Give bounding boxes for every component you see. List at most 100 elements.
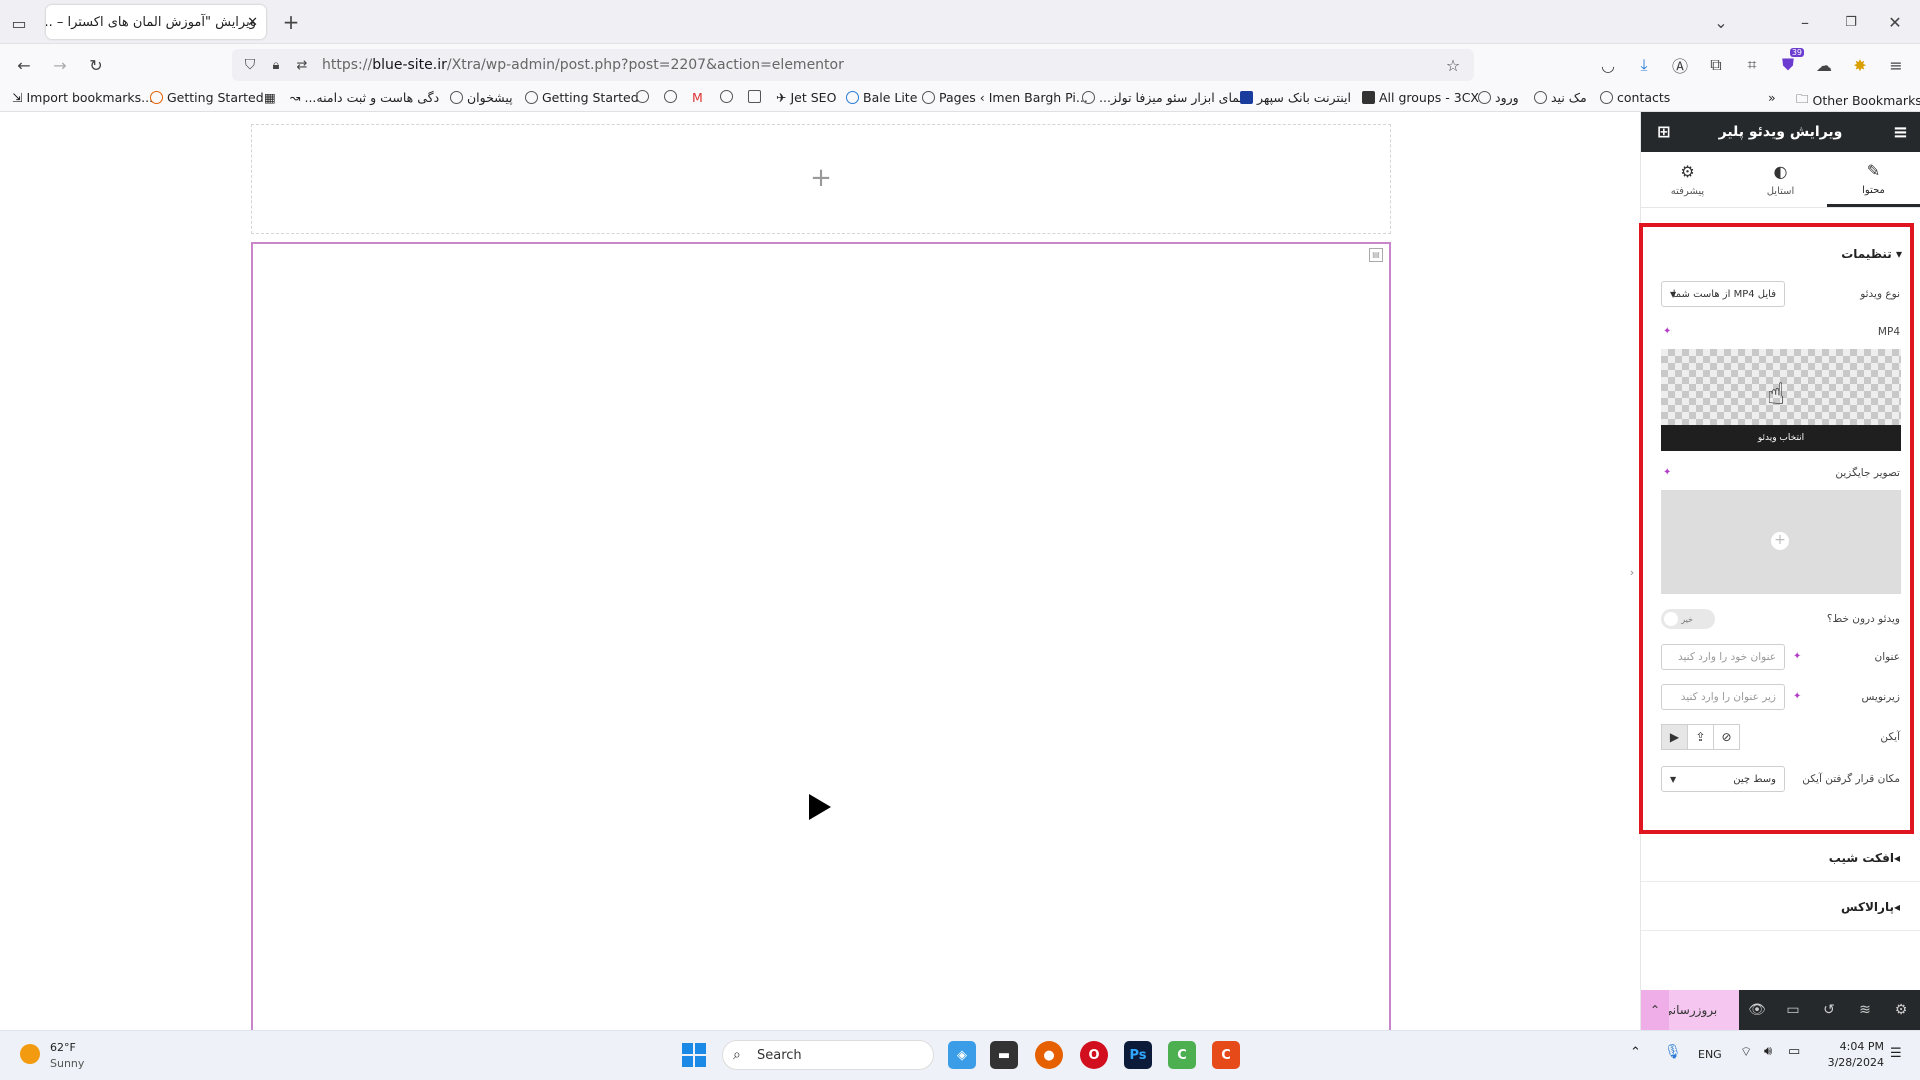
- bookmark-item[interactable]: پیشخوان: [450, 90, 513, 105]
- bookmark-item[interactable]: All groups - 3CX: [1362, 90, 1479, 105]
- sparkle-icon[interactable]: ✦: [1663, 326, 1671, 337]
- gear-icon[interactable]: ⚙: [1883, 990, 1919, 1030]
- accordion-gradient-effect[interactable]: ◂ افکت شیب: [1641, 834, 1920, 882]
- new-tab-button[interactable]: +: [280, 10, 302, 34]
- windows-start-icon[interactable]: [682, 1043, 706, 1067]
- camtasia-recorder-icon[interactable]: C: [1212, 1041, 1240, 1069]
- bookmark-item[interactable]: Bale Lite: [846, 90, 917, 105]
- chevron-down-icon[interactable]: ⌄: [1710, 11, 1732, 33]
- bookmark-item[interactable]: ⇲ Import bookmarks...: [12, 90, 153, 105]
- history-icon[interactable]: ↺: [1811, 990, 1847, 1030]
- tab-advanced[interactable]: ⚙ پیشرفته: [1641, 152, 1734, 207]
- bookmark-star-icon[interactable]: ☆: [1442, 54, 1464, 76]
- bookmark-item[interactable]: Getting Started: [525, 90, 639, 105]
- bookmark-item[interactable]: Getting Started: [150, 90, 264, 105]
- bookmark-item[interactable]: اینترنت بانک سپهر: [1240, 90, 1351, 105]
- inline-video-toggle[interactable]: خیر: [1661, 609, 1715, 629]
- tab-style[interactable]: ◐ استایل: [1734, 152, 1827, 207]
- bookmark-item[interactable]: [664, 90, 677, 103]
- play-icon[interactable]: [809, 794, 831, 820]
- other-bookmarks[interactable]: 🗀 Other Bookmarks: [1796, 90, 1920, 111]
- sparkle-icon[interactable]: ✦: [1663, 467, 1671, 478]
- widget-handle-icon[interactable]: ▤: [1369, 248, 1383, 262]
- bookmark-overflow[interactable]: »: [1768, 90, 1776, 105]
- bookmark-item[interactable]: [748, 90, 761, 103]
- play-icon[interactable]: ▶: [1661, 724, 1688, 750]
- image-media-picker[interactable]: +: [1661, 490, 1901, 594]
- permissions-icon[interactable]: ⇄: [292, 55, 312, 75]
- reload-icon[interactable]: ↻: [84, 54, 108, 76]
- back-icon[interactable]: ←: [12, 54, 36, 76]
- forward-icon[interactable]: →: [48, 54, 72, 76]
- tray-chevron-up-icon[interactable]: ⌃: [1630, 1045, 1641, 1060]
- account-icon[interactable]: Ⓐ: [1668, 54, 1692, 76]
- download-icon[interactable]: ⤓: [1632, 54, 1656, 76]
- eye-icon[interactable]: 👁︎: [1739, 990, 1775, 1030]
- upload-icon[interactable]: ⇪: [1687, 724, 1714, 750]
- ban-icon[interactable]: ⊘: [1713, 724, 1740, 750]
- file-explorer-icon[interactable]: ▬: [990, 1041, 1018, 1069]
- tab-content[interactable]: ✎ محتوا: [1827, 152, 1920, 207]
- hamburger-icon[interactable]: ≡: [1893, 122, 1908, 143]
- video-type-select[interactable]: فایل MP4 از هاست شما ▼: [1661, 281, 1785, 307]
- minimize-icon[interactable]: –: [1794, 11, 1816, 33]
- bookmark-item[interactable]: [720, 90, 733, 103]
- bookmark-item[interactable]: ▦: [264, 90, 276, 105]
- battery-icon[interactable]: ▭: [1788, 1044, 1800, 1059]
- firefox-taskbar-icon[interactable]: ●: [1035, 1041, 1063, 1069]
- sun-extension-icon[interactable]: ✸: [1848, 54, 1872, 76]
- bookmark-item[interactable]: ...نمای ابزار سئو میزفا تولز: [1082, 90, 1243, 105]
- volume-icon[interactable]: 🔊︎: [1764, 1044, 1772, 1059]
- menu-icon[interactable]: ≡: [1884, 54, 1908, 76]
- browser-tab[interactable]: ویرایش "آموزش المان های اکسترا – ... ✕: [46, 5, 266, 39]
- subtitle-input[interactable]: زیر عنوان را وارد کنید: [1661, 684, 1785, 710]
- video-media-picker[interactable]: انتخاب ویدئو ☝: [1661, 349, 1901, 451]
- pocket-icon[interactable]: ◡: [1596, 54, 1620, 76]
- add-section-area[interactable]: +: [251, 124, 1391, 234]
- close-window-icon[interactable]: ✕: [1884, 11, 1906, 33]
- bookmark-item[interactable]: ↝ ...دگی هاست و ثبت دامنه: [290, 90, 439, 105]
- bookmark-item[interactable]: M: [692, 90, 703, 105]
- tab-list-icon[interactable]: ▭: [8, 12, 30, 34]
- sparkle-icon[interactable]: ✦: [1793, 691, 1801, 702]
- close-tab-icon[interactable]: ✕: [247, 15, 258, 30]
- opera-icon[interactable]: O: [1080, 1041, 1108, 1069]
- bookmark-item[interactable]: [636, 90, 649, 103]
- icon-position-select[interactable]: وسط چین ▼: [1661, 766, 1785, 792]
- taskbar-search[interactable]: ⌕ Search: [722, 1040, 934, 1070]
- camtasia-icon[interactable]: C: [1168, 1041, 1196, 1069]
- layers-icon[interactable]: ≋: [1847, 990, 1883, 1030]
- accordion-parallax[interactable]: ◂ پارالاکس: [1641, 883, 1920, 931]
- widgets-grid-icon[interactable]: ⊞: [1657, 122, 1670, 141]
- crop-icon[interactable]: ⌗: [1740, 54, 1764, 76]
- choose-video-bar[interactable]: انتخاب ویدئو: [1661, 425, 1901, 451]
- chevron-up-icon[interactable]: ⌃: [1641, 990, 1669, 1030]
- notifications-icon[interactable]: ☰: [1890, 1046, 1902, 1061]
- clock-date[interactable]: 3/28/2024: [1816, 1056, 1884, 1069]
- extensions-icon[interactable]: ⧉: [1704, 54, 1728, 76]
- photoshop-icon[interactable]: Ps: [1124, 1041, 1152, 1069]
- shield-icon[interactable]: ⛉: [240, 55, 260, 75]
- weather-sun-icon[interactable]: [20, 1044, 40, 1064]
- cloud-icon[interactable]: ☁: [1812, 54, 1836, 76]
- restore-icon[interactable]: ❐: [1840, 11, 1862, 33]
- add-section-icon[interactable]: +: [252, 163, 1390, 193]
- copilot-icon[interactable]: ◈: [948, 1041, 976, 1069]
- section-settings-title[interactable]: ▾ تنظیمات: [1841, 247, 1902, 261]
- sparkle-icon[interactable]: ✦: [1793, 651, 1801, 662]
- video-widget[interactable]: ▤: [251, 242, 1391, 1030]
- lock-icon[interactable]: 🔒︎: [266, 55, 286, 75]
- clock-time[interactable]: 4:04 PM: [1824, 1040, 1884, 1053]
- shield-extension-icon[interactable]: ⛊ 39: [1776, 48, 1804, 76]
- language-indicator[interactable]: ENG: [1698, 1048, 1722, 1061]
- bookmark-item[interactable]: Pages ‹ Imen Bargh Pi...: [922, 90, 1088, 105]
- add-image-icon[interactable]: +: [1771, 532, 1789, 550]
- address-bar[interactable]: ⛉ 🔒︎ ⇄ https://blue-site.ir/Xtra/wp-admi…: [232, 49, 1474, 81]
- microphone-icon[interactable]: 🎙︎: [1664, 1044, 1682, 1060]
- title-input[interactable]: عنوان خود را وارد کنید: [1661, 644, 1785, 670]
- bookmark-item[interactable]: ✈ Jet SEO: [776, 90, 836, 105]
- bookmark-item[interactable]: contacts: [1600, 90, 1670, 105]
- bookmark-item[interactable]: ورود: [1478, 90, 1519, 105]
- bookmark-item[interactable]: مک نید: [1534, 90, 1587, 105]
- publish-button[interactable]: بروزرسانی ⌃: [1641, 990, 1739, 1030]
